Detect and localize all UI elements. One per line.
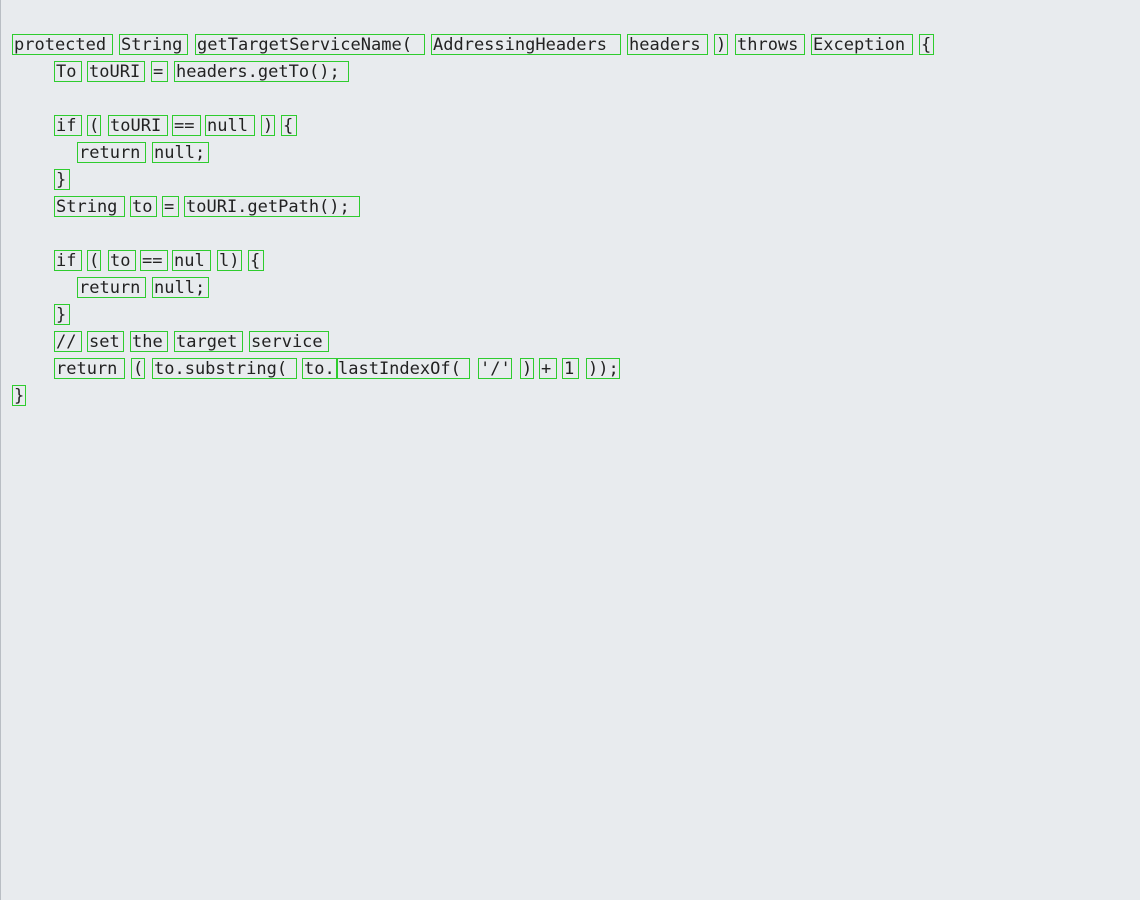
- code-token: to.substring(: [152, 358, 297, 379]
- code-token: l): [217, 250, 242, 271]
- code-line: return ( to.substring( to. lastIndexOf( …: [12, 356, 620, 383]
- code-token: if: [54, 115, 82, 136]
- code-line: // set the target service: [12, 329, 329, 356]
- code-token: throws: [735, 34, 805, 55]
- code-token: {: [281, 115, 297, 136]
- code-token: }: [54, 169, 70, 190]
- code-token: String: [54, 196, 125, 217]
- code-line: protected String getTargetServiceName( A…: [12, 32, 934, 59]
- code-token: String: [119, 34, 188, 55]
- code-token: getTargetServiceName(: [195, 34, 425, 55]
- code-token: null;: [152, 142, 209, 163]
- code-token: =: [151, 61, 168, 82]
- code-token: set: [87, 331, 124, 352]
- code-line: To toURI = headers.getTo();: [12, 59, 349, 86]
- code-token: if: [54, 250, 82, 271]
- code-token: return: [54, 358, 125, 379]
- code-token: =: [162, 196, 179, 217]
- code-token: {: [919, 34, 934, 55]
- code-token: protected: [12, 34, 113, 55]
- code-line: }: [12, 383, 53, 410]
- code-line: }: [12, 302, 70, 329]
- code-token: toURI.getPath();: [184, 196, 360, 217]
- code-token: headers: [627, 34, 708, 55]
- code-token: }: [54, 304, 70, 325]
- code-line: return null;: [12, 140, 209, 167]
- code-token: '/': [478, 358, 512, 379]
- code-token: ): [714, 34, 728, 55]
- code-token: ): [520, 358, 534, 379]
- code-token: to: [108, 250, 136, 271]
- code-token: To: [54, 61, 82, 82]
- code-token: +: [539, 358, 557, 379]
- left-border: [0, 0, 1, 900]
- code-token: (: [87, 250, 101, 271]
- code-token: Exception: [811, 34, 913, 55]
- code-token: target: [174, 331, 243, 352]
- code-token: //: [54, 331, 82, 352]
- code-token: {: [248, 250, 264, 271]
- code-token: (: [87, 115, 101, 136]
- code-token: to.: [302, 358, 338, 379]
- code-token: service: [249, 331, 329, 352]
- code-token: }: [12, 385, 26, 406]
- code-token: lastIndexOf(: [336, 358, 470, 379]
- code-token: return: [77, 277, 146, 298]
- code-block: protected String getTargetServiceName( A…: [12, 32, 934, 410]
- code-token: (: [131, 358, 145, 379]
- code-line: String to = toURI.getPath();: [12, 194, 360, 221]
- code-token: null;: [152, 277, 209, 298]
- code-token: ==: [140, 250, 168, 271]
- code-token: return: [77, 142, 146, 163]
- code-token: the: [130, 331, 168, 352]
- code-token: AddressingHeaders: [431, 34, 621, 55]
- code-token: ): [261, 115, 275, 136]
- code-token: toURI: [108, 115, 168, 136]
- code-line: if ( toURI == null ) {: [12, 113, 297, 140]
- code-token: toURI: [87, 61, 145, 82]
- code-line: if ( to == nul l) {: [12, 248, 264, 275]
- code-line: return null;: [12, 275, 209, 302]
- code-token: ==: [172, 115, 201, 136]
- code-token: to: [130, 196, 157, 217]
- code-token: null: [205, 115, 255, 136]
- code-token: ));: [586, 358, 620, 379]
- code-token: 1: [562, 358, 579, 379]
- code-token: headers.getTo();: [174, 61, 349, 82]
- code-line: }: [12, 167, 70, 194]
- code-token: nul: [172, 250, 211, 271]
